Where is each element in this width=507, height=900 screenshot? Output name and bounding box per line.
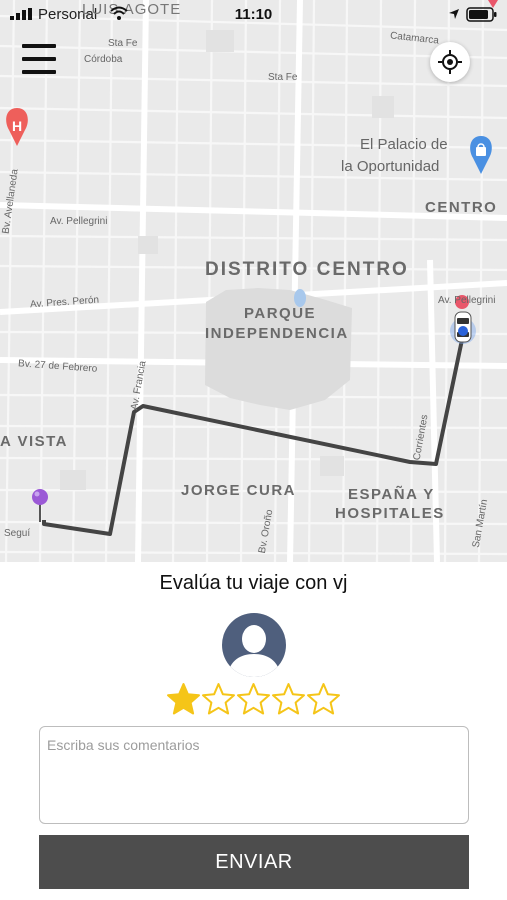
user-avatar-icon <box>222 613 286 677</box>
star-empty-icon[interactable] <box>236 682 271 717</box>
street-label: Córdoba <box>84 54 123 65</box>
star-empty-icon[interactable] <box>271 682 306 717</box>
district-label: A VISTA <box>0 433 69 450</box>
street-label: Seguí <box>4 528 31 539</box>
rating-panel: Evalúa tu viaje con vj ENVIAR <box>0 562 507 900</box>
district-label: ESPAÑA Y <box>348 486 435 503</box>
crosshair-icon <box>438 50 462 74</box>
street-label: Av. Pellegrini <box>50 216 108 227</box>
street-label: Av. Pellegrini <box>438 295 496 306</box>
district-label: INDEPENDENCIA <box>205 325 349 342</box>
street-label: Sta Fe <box>268 72 298 83</box>
map-canvas: H <box>0 0 507 562</box>
star-empty-icon[interactable] <box>201 682 236 717</box>
map-view[interactable]: H Sta Fe Córdoba Sta Fe Catamarca Av. Pe… <box>0 0 507 562</box>
district-label: CENTRO <box>425 199 498 216</box>
star-filled-icon[interactable] <box>166 682 201 717</box>
send-button[interactable]: ENVIAR <box>39 835 469 889</box>
menu-button[interactable] <box>22 44 56 78</box>
menu-icon <box>22 44 56 74</box>
star-empty-icon[interactable] <box>306 682 341 717</box>
comments-field[interactable] <box>39 726 469 824</box>
clock: 11:10 <box>234 6 273 23</box>
rating-title: Evalúa tu viaje con vj <box>159 572 348 594</box>
district-label: PARQUE <box>244 305 317 322</box>
driver-avatar <box>221 612 287 678</box>
poi-label[interactable]: la Oportunidad <box>341 156 439 178</box>
district-label: HOSPITALES <box>335 505 445 522</box>
status-bar: Personal LUIS AGOTE 11:10 <box>0 0 507 30</box>
locate-button[interactable] <box>430 42 470 82</box>
svg-text:H: H <box>12 118 22 134</box>
district-label: DISTRITO CENTRO <box>205 259 409 280</box>
district-label: JORGE CURA <box>181 482 297 499</box>
star-rating[interactable] <box>166 682 341 718</box>
poi-label[interactable]: El Palacio de <box>360 134 448 156</box>
street-label: Sta Fe <box>108 38 138 49</box>
battery-icon <box>466 7 497 22</box>
location-arrow-icon <box>449 9 459 19</box>
